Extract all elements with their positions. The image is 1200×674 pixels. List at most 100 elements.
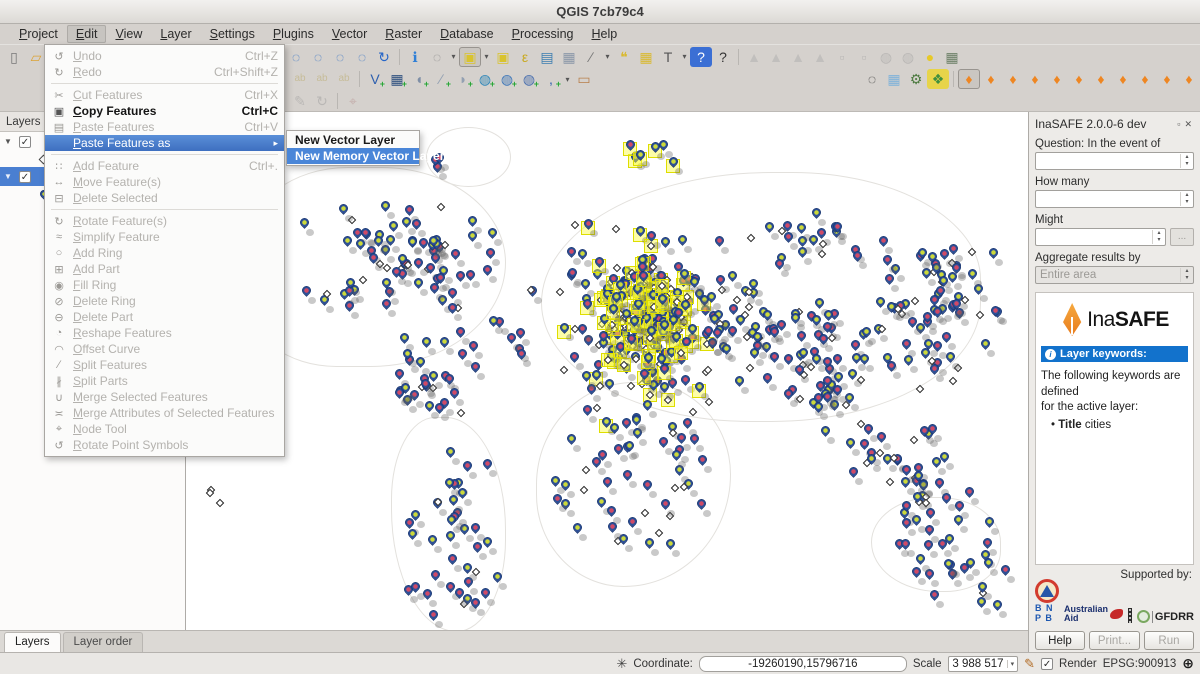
spinner-icons[interactable]: ▴▾ [1180, 154, 1193, 168]
add-mssql-layer-button[interactable]: ◗+ [452, 69, 474, 89]
coordinate-input[interactable] [699, 656, 907, 672]
attribute-table-button[interactable]: ▤ [536, 47, 558, 67]
menu-edit[interactable]: Edit [67, 25, 107, 43]
coordinate-capture-icon[interactable]: ✳ [616, 656, 627, 672]
undock-icon[interactable]: ▫ [1175, 119, 1182, 129]
menu-item-paste-features-as[interactable]: Paste Features as▸ [45, 135, 284, 151]
chevron-down-icon[interactable]: ▾ [602, 52, 613, 61]
menu-view[interactable]: View [106, 25, 151, 43]
menu-item-copy-features[interactable]: ▣Copy FeaturesCtrl+C [45, 103, 284, 119]
plugin-button[interactable]: ❖ [927, 69, 949, 89]
scale-edit-icon[interactable]: ✎ [1024, 656, 1035, 672]
aggregate-select[interactable]: Entire area ▴▾ [1035, 266, 1194, 284]
image-frame-button[interactable]: ▦ [941, 47, 963, 67]
panel-tab-layer-order[interactable]: Layer order [63, 632, 144, 652]
function-select[interactable]: ▴▾ [1035, 228, 1166, 246]
add-spatialite-layer-button[interactable]: ∕+ [430, 69, 452, 89]
new-shapefile-layer-button[interactable]: ▭ [573, 69, 595, 89]
menu-project[interactable]: Project [10, 25, 67, 43]
search-button[interactable]: ◌ [861, 69, 883, 89]
inasafe-impact-report-button[interactable]: ♦ [1068, 69, 1090, 89]
exposure-select[interactable]: ▴▾ [1035, 190, 1194, 208]
inasafe-buttons: HelpPrint...Run [1035, 631, 1194, 650]
inasafe-keywords-button[interactable]: ♦ [980, 69, 1002, 89]
menu-layer[interactable]: Layer [151, 25, 200, 43]
submenu-item-new-vector-layer[interactable]: New Vector Layer [287, 132, 419, 148]
pin-marker-icon [456, 347, 469, 360]
add-raster-layer-button[interactable]: ▦+ [386, 69, 408, 89]
whats-this-button[interactable]: ? [712, 47, 734, 67]
zoom-next-button[interactable]: ◌ [351, 47, 373, 67]
select-rectangle-button[interactable]: ▣ [459, 47, 481, 67]
field-calculator-button[interactable]: ▦ [558, 47, 580, 67]
add-wfs-layer-button[interactable]: ◍+ [518, 69, 540, 89]
hazard-select[interactable]: ▴▾ [1035, 152, 1194, 170]
text-annotation-button[interactable]: T [657, 47, 679, 67]
processing-grid-button[interactable]: ▦ [883, 69, 905, 89]
submenu-item-new-memory-vector-layer[interactable]: New Memory Vector Layer [287, 148, 419, 164]
diamond-marker-icon [909, 436, 917, 444]
inasafe-dock-button[interactable]: ♦ [958, 69, 980, 89]
deselect-button[interactable]: ▣ [492, 47, 514, 67]
add-postgis-layer-button[interactable]: ◖+ [408, 69, 430, 89]
zoom-in-button[interactable]: ◌ [307, 47, 329, 67]
function-options-button[interactable]: ... [1170, 228, 1194, 246]
menu-item-add-ring: ○Add Ring [45, 245, 284, 261]
measure-button[interactable]: ∕ [580, 47, 602, 67]
refresh-button[interactable]: ↻ [373, 47, 395, 67]
crs-status-icon[interactable]: ⊕ [1182, 655, 1194, 672]
layer-checkbox[interactable]: ✓ [19, 171, 31, 183]
add-delimited-text-layer-button[interactable]: ,+ [540, 69, 562, 89]
expand-icon[interactable]: ▼ [4, 172, 14, 181]
inasafe-minimum-needs-button[interactable]: ♦ [1046, 69, 1068, 89]
menu-plugins[interactable]: Plugins [264, 25, 323, 43]
inasafe-save-scenario-button[interactable]: ♦ [1112, 69, 1134, 89]
map-tips-button[interactable]: ❝ [613, 47, 635, 67]
toolbar-separator [399, 49, 400, 65]
inasafe-impact-functions-button[interactable]: ♦ [1002, 69, 1024, 89]
chevron-down-icon[interactable]: ▾ [1007, 660, 1018, 668]
scale-value: 3 988 517 [949, 658, 1007, 670]
panel-tab-layers[interactable]: Layers [4, 632, 61, 652]
help-button[interactable]: Help [1035, 631, 1085, 650]
menu-vector[interactable]: Vector [323, 25, 376, 43]
help-contents-button[interactable]: ? [690, 47, 712, 67]
identify-button[interactable]: ℹ [404, 47, 426, 67]
chevron-down-icon[interactable]: ▾ [562, 75, 573, 84]
close-icon[interactable]: ✕ [1182, 119, 1194, 130]
title-bar[interactable]: QGIS 7cb79c4 [0, 0, 1200, 24]
menu-raster[interactable]: Raster [376, 25, 431, 43]
chevron-down-icon[interactable]: ▾ [448, 52, 459, 61]
spinner-icons[interactable]: ▴▾ [1180, 192, 1193, 206]
style-dot-button[interactable]: ● [919, 47, 941, 67]
select-expression-button[interactable]: ε [514, 47, 536, 67]
toolbox-button[interactable]: ⚙ [905, 69, 927, 89]
menu-item-merge-attributes-of-selected-features: ≍Merge Attributes of Selected Features [45, 405, 284, 421]
menu-help[interactable]: Help [582, 25, 626, 43]
render-checkbox[interactable]: ✓ [1041, 658, 1053, 670]
add-wcs-layer-button[interactable]: ◍+ [496, 69, 518, 89]
add-vector-layer-button[interactable]: V+ [364, 69, 386, 89]
layer-checkbox[interactable]: ✓ [19, 136, 31, 148]
menu-processing[interactable]: Processing [503, 25, 583, 43]
menu-settings[interactable]: Settings [201, 25, 264, 43]
new-project-button[interactable]: ▯ [3, 47, 25, 67]
inasafe-options-button[interactable]: ♦ [1024, 69, 1046, 89]
inasafe-add-layers-button[interactable]: ♦ [1156, 69, 1178, 89]
add-wms-layer-button[interactable]: ◍+ [474, 69, 496, 89]
zoom-native-button[interactable]: ◌ [426, 47, 448, 67]
inasafe-extent-selector-button[interactable]: ♦ [1178, 69, 1200, 89]
spinner-icons[interactable]: ▴▾ [1152, 230, 1165, 244]
new-bookmark-button[interactable]: ▦ [635, 47, 657, 67]
chevron-down-icon[interactable]: ▾ [679, 52, 690, 61]
expand-icon[interactable]: ▼ [4, 137, 14, 146]
map-canvas[interactable] [186, 112, 1028, 630]
inasafe-osm-downloader-button[interactable]: ♦ [1134, 69, 1156, 89]
inasafe-batch-runner-button[interactable]: ♦ [1090, 69, 1112, 89]
menu-shortcut: Ctrl+. [239, 159, 278, 173]
zoom-full-button[interactable]: ◌ [285, 47, 307, 67]
chevron-down-icon[interactable]: ▾ [481, 52, 492, 61]
zoom-last-button[interactable]: ◌ [329, 47, 351, 67]
scale-combo[interactable]: 3 988 517 ▾ [948, 656, 1019, 672]
menu-database[interactable]: Database [431, 25, 503, 43]
